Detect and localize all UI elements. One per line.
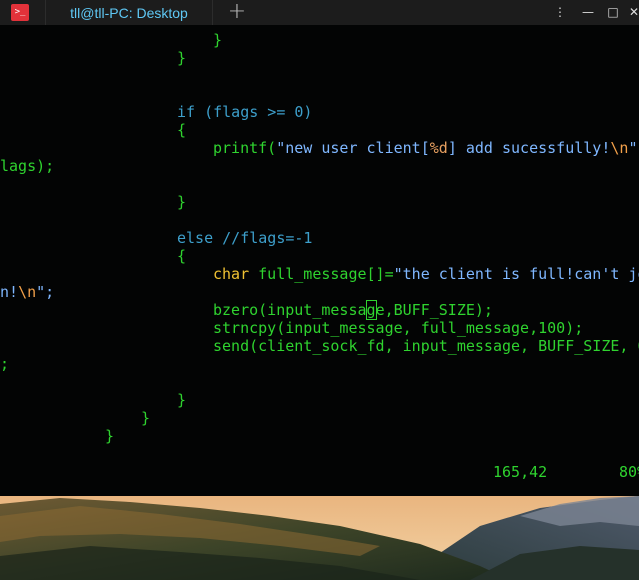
scroll-percent: 80%	[619, 463, 639, 481]
keyword: else	[177, 229, 214, 247]
tab-desktop[interactable]: tll@tll-PC: Desktop	[45, 0, 213, 25]
code-line: }	[177, 391, 187, 409]
code-segment: e,BUFF_SIZE);	[375, 301, 493, 319]
code-line: }	[141, 409, 151, 427]
code-line: bzero(input_message,BUFF_SIZE);	[213, 300, 493, 320]
comment: //flags=-1	[213, 229, 313, 247]
code-line: printf("new user client[%d] add sucessfu…	[213, 139, 637, 157]
declaration: full_message[]=	[249, 265, 394, 283]
close-icon[interactable]: ✕	[627, 3, 639, 21]
code-line-wrap: n!\n";	[0, 283, 54, 301]
string-part: ] add sucessfully!	[447, 139, 611, 157]
escape-seq: \n	[610, 139, 629, 157]
code-line: {	[177, 121, 187, 139]
terminal-pane[interactable]: } } if (flags >= 0) { lags); printf("new…	[0, 25, 639, 496]
code-line-wrap: lags);	[0, 157, 55, 175]
maximize-icon[interactable]: □	[606, 3, 620, 21]
code-line: }	[177, 193, 187, 211]
code-line: else //flags=-1	[177, 229, 312, 247]
string-part: "	[628, 139, 638, 157]
desktop-wallpaper	[0, 496, 639, 580]
code-line: }	[177, 49, 187, 67]
escape-seq: \n	[18, 283, 37, 301]
code-line: char full_message[]="the client is full!…	[213, 265, 639, 283]
code-line: }	[105, 427, 115, 445]
code-line-wrap: ;	[0, 355, 10, 373]
terminal-app-icon: >_	[11, 4, 29, 21]
minimize-icon[interactable]: —	[581, 3, 595, 21]
code-line: send(client_sock_fd, input_message, BUFF…	[213, 337, 639, 355]
code-line: if (flags >= 0)	[177, 103, 312, 121]
keyword: if	[177, 103, 196, 121]
condition: (flags >= 0)	[204, 103, 313, 121]
text-cursor: g	[365, 300, 377, 320]
string-part: ";	[36, 283, 55, 301]
new-tab-icon[interactable]: +	[226, 1, 248, 24]
string-part: "the client is full!can't jo	[393, 265, 639, 283]
string-part: n!	[0, 283, 19, 301]
format-spec: %d	[429, 139, 448, 157]
code-line: strncpy(input_message, full_message,100)…	[213, 319, 584, 337]
tab-title: tll@tll-PC: Desktop	[70, 4, 188, 21]
mountain-landscape	[0, 496, 639, 580]
cursor-position: 165,42	[493, 463, 548, 481]
code-line: }	[213, 31, 223, 49]
type-keyword: char	[213, 265, 250, 283]
menu-icon[interactable]: ⋮	[553, 3, 567, 21]
string-part: "new user client[	[276, 139, 430, 157]
function-call: printf(	[213, 139, 277, 157]
title-bar: >_ tll@tll-PC: Desktop + ⋮ — □ ✕	[0, 0, 639, 25]
code-segment: bzero(input_messa	[213, 301, 367, 319]
code-line: {	[177, 247, 187, 265]
